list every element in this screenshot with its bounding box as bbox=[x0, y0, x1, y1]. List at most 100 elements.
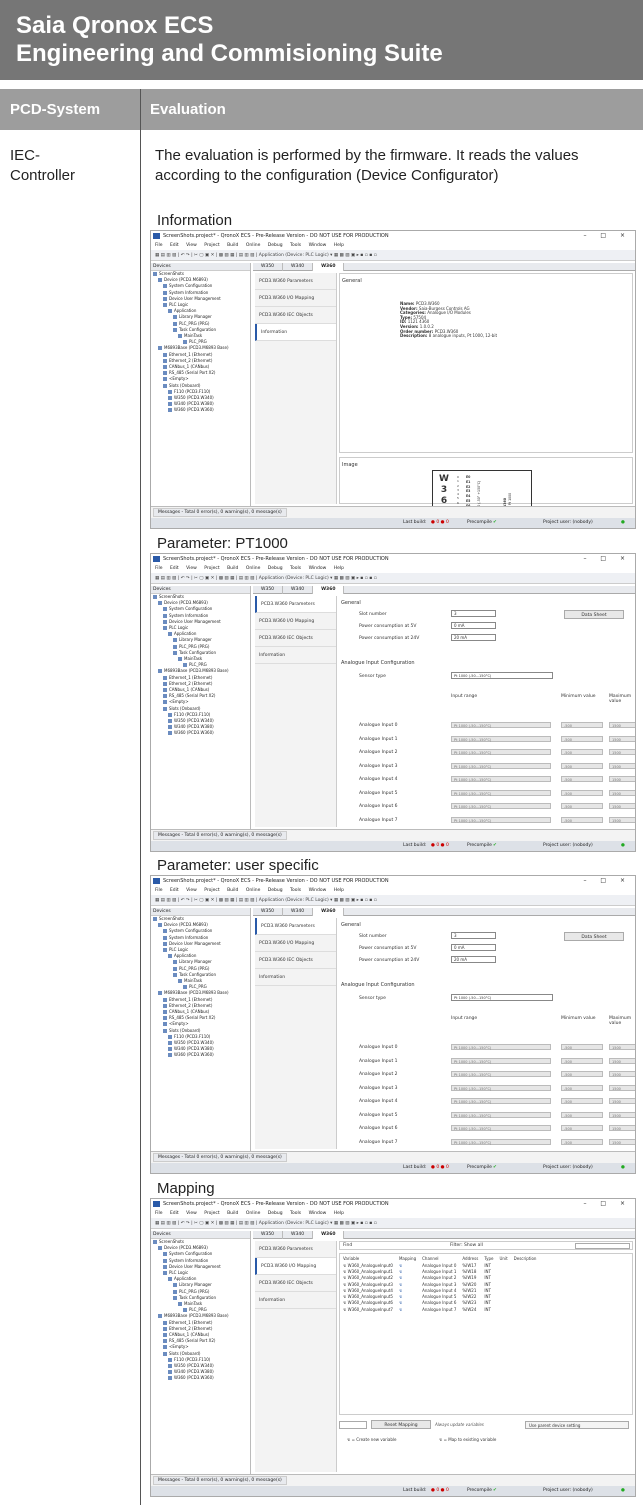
input-max-field[interactable]: 1500 bbox=[609, 1098, 635, 1104]
input-max-field[interactable]: 1500 bbox=[609, 1044, 635, 1050]
toolbar-icons-right[interactable]: ▾ ▦ ▩ ▨ ▣ ▸ ▪ ▫ ▪ ▫ bbox=[330, 898, 377, 903]
input-range-field[interactable]: Pt 1000 (-50...150°C) bbox=[451, 803, 551, 809]
input-max-field[interactable]: 1500 bbox=[609, 776, 635, 782]
menu-item[interactable]: File bbox=[155, 566, 163, 571]
tab-w350[interactable]: W350 bbox=[253, 263, 284, 271]
power-5v-field[interactable]: 0 mA bbox=[451, 622, 496, 629]
menu-item[interactable]: Edit bbox=[170, 566, 179, 571]
input-min-field[interactable]: -500 bbox=[561, 803, 603, 809]
filter-dropdown[interactable] bbox=[575, 1243, 630, 1249]
nav-item[interactable]: PCD3.W360 Parameters bbox=[255, 1241, 336, 1258]
nav-item[interactable]: Information bbox=[255, 324, 336, 341]
toolbar-application[interactable]: Application (Device: PLC Logic) bbox=[259, 576, 329, 581]
input-range-field[interactable]: Pt 1000 (-50...150°C) bbox=[451, 1125, 551, 1131]
menu-item[interactable]: Help bbox=[334, 566, 344, 571]
variable-cell[interactable]: ↯ W360_AnalogueInput4 bbox=[340, 1287, 396, 1293]
tab-w350[interactable]: W350 bbox=[253, 908, 284, 916]
menu-item[interactable]: Build bbox=[227, 566, 238, 571]
tree-item[interactable]: W360 (PCD3.W360) bbox=[153, 1052, 250, 1058]
input-range-field[interactable]: Pt 1000 (-50...150°C) bbox=[451, 762, 551, 769]
menu-item[interactable]: Help bbox=[334, 888, 344, 893]
menu-item[interactable]: Debug bbox=[268, 1211, 283, 1216]
tab-w360[interactable]: W360 bbox=[313, 586, 345, 594]
nav-item[interactable]: PCD3.W360 Parameters bbox=[255, 596, 336, 613]
toolbar-icons-right[interactable]: ▾ ▦ ▩ ▨ ▣ ▸ ▪ ▫ ▪ ▫ bbox=[330, 253, 377, 258]
nav-item[interactable]: PCD3.W360 I/O Mapping bbox=[255, 1258, 336, 1275]
toolbar-icons[interactable]: ▦ ▤ ▥ ▧ | ↶ ↷ | ✂ ▢ ▣ ✕ | ▩ ▨ ▦ | ▤ ▥ ▧ … bbox=[155, 253, 257, 258]
input-max-field[interactable]: 1500 bbox=[609, 1125, 635, 1131]
menu-item[interactable]: View bbox=[186, 888, 197, 893]
input-max-field[interactable]: 1500 bbox=[609, 816, 635, 823]
input-range-field[interactable]: Pt 1000 (-50...150°C) bbox=[451, 722, 551, 728]
input-max-field[interactable]: 1500 bbox=[609, 1084, 635, 1091]
data-sheet-button[interactable]: Data Sheet bbox=[564, 932, 624, 941]
menu-item[interactable]: Edit bbox=[170, 888, 179, 893]
menu-item[interactable]: View bbox=[186, 243, 197, 248]
menu-item[interactable]: Online bbox=[246, 1211, 261, 1216]
menu-item[interactable]: Help bbox=[334, 1211, 344, 1216]
menu-item[interactable]: Tools bbox=[290, 1211, 301, 1216]
toolbar-icons[interactable]: ▦ ▤ ▥ ▧ | ↶ ↷ | ✂ ▢ ▣ ✕ | ▩ ▨ ▦ | ▤ ▥ ▧ … bbox=[155, 898, 257, 903]
nav-item[interactable]: Information bbox=[255, 969, 336, 986]
window-controls[interactable]: – □ × bbox=[583, 876, 631, 886]
tab-w340[interactable]: W340 bbox=[283, 263, 314, 271]
variable-cell[interactable]: ↯ W360_AnalogueInput3 bbox=[340, 1281, 396, 1287]
toolbar-icons[interactable]: ▦ ▤ ▥ ▧ | ↶ ↷ | ✂ ▢ ▣ ✕ | ▩ ▨ ▦ | ▤ ▥ ▧ … bbox=[155, 576, 257, 581]
messages-bar[interactable]: Messages - Total 0 error(s), 0 warning(s… bbox=[153, 1476, 287, 1485]
menu-item[interactable]: Project bbox=[204, 243, 219, 248]
sensor-type-dropdown[interactable]: Pt 1000 (-50...150°C) bbox=[451, 672, 553, 679]
menu-item[interactable]: View bbox=[186, 1211, 197, 1216]
input-max-field[interactable]: 1500 bbox=[609, 762, 635, 769]
menu-item[interactable]: Window bbox=[309, 566, 327, 571]
menu-item[interactable]: File bbox=[155, 1211, 163, 1216]
toolbar-icons-right[interactable]: ▾ ▦ ▩ ▨ ▣ ▸ ▪ ▫ ▪ ▫ bbox=[330, 576, 377, 581]
menu-item[interactable]: Build bbox=[227, 243, 238, 248]
nav-item[interactable]: PCD3.W360 IEC Objects bbox=[255, 1275, 336, 1292]
input-range-field[interactable]: Pt 1000 (-50...150°C) bbox=[451, 776, 551, 782]
nav-item[interactable]: PCD3.W360 I/O Mapping bbox=[255, 613, 336, 630]
nav-item[interactable]: PCD3.W360 Parameters bbox=[255, 918, 336, 935]
input-min-field[interactable]: -500 bbox=[561, 762, 603, 769]
toolbar-icons[interactable]: ▦ ▤ ▥ ▧ | ↶ ↷ | ✂ ▢ ▣ ✕ | ▩ ▨ ▦ | ▤ ▥ ▧ … bbox=[155, 1221, 257, 1226]
menu-item[interactable]: Debug bbox=[268, 566, 283, 571]
tab-w340[interactable]: W340 bbox=[283, 908, 314, 916]
input-range-field[interactable]: Pt 1000 (-50...150°C) bbox=[451, 1098, 551, 1104]
input-min-field[interactable]: -500 bbox=[561, 749, 603, 755]
input-range-field[interactable]: Pt 1000 (-50...150°C) bbox=[451, 1084, 551, 1091]
input-range-field[interactable]: Pt 1000 (-50...150°C) bbox=[451, 1111, 551, 1118]
variable-cell[interactable]: ↯ W360_AnalogueInput7 bbox=[340, 1306, 396, 1312]
input-min-field[interactable]: -500 bbox=[561, 1098, 603, 1104]
input-range-field[interactable]: Pt 1000 (-50...150°C) bbox=[451, 1044, 551, 1050]
update-setting-dropdown[interactable]: Use parent device setting bbox=[525, 1421, 629, 1429]
nav-item[interactable]: PCD3.W360 I/O Mapping bbox=[255, 935, 336, 952]
tab-w360[interactable]: W360 bbox=[313, 1231, 345, 1239]
menu-item[interactable]: Edit bbox=[170, 1211, 179, 1216]
tab-w340[interactable]: W340 bbox=[283, 1231, 314, 1239]
menu-item[interactable]: Help bbox=[334, 243, 344, 248]
input-min-field[interactable]: -500 bbox=[561, 1138, 603, 1145]
nav-item[interactable]: PCD3.W360 IEC Objects bbox=[255, 630, 336, 647]
menu-item[interactable]: Online bbox=[246, 243, 261, 248]
menu-item[interactable]: Tools bbox=[290, 566, 301, 571]
input-range-field[interactable]: Pt 1000 (-50...150°C) bbox=[451, 1057, 551, 1064]
menu-item[interactable]: Debug bbox=[268, 888, 283, 893]
sensor-type-dropdown[interactable]: Pt 1000 (-50...150°C) bbox=[451, 994, 553, 1001]
power-24v-field[interactable]: 20 mA bbox=[451, 956, 496, 963]
messages-bar[interactable]: Messages - Total 0 error(s), 0 warning(s… bbox=[153, 831, 287, 840]
messages-bar[interactable]: Messages - Total 0 error(s), 0 warning(s… bbox=[153, 1153, 287, 1162]
toolbar-icons-right[interactable]: ▾ ▦ ▩ ▨ ▣ ▸ ▪ ▫ ▪ ▫ bbox=[330, 1221, 377, 1226]
input-min-field[interactable]: -500 bbox=[561, 1057, 603, 1064]
menu-item[interactable]: File bbox=[155, 243, 163, 248]
menu-item[interactable]: View bbox=[186, 566, 197, 571]
tree-item[interactable]: W360 (PCD3.W360) bbox=[153, 1375, 250, 1381]
input-range-field[interactable]: Pt 1000 (-50...150°C) bbox=[451, 816, 551, 823]
toolbar-application[interactable]: Application (Device: PLC Logic) bbox=[259, 1221, 329, 1226]
input-max-field[interactable]: 1500 bbox=[609, 722, 635, 728]
input-max-field[interactable]: 1500 bbox=[609, 1071, 635, 1077]
messages-bar[interactable]: Messages - Total 0 error(s), 0 warning(s… bbox=[153, 508, 287, 517]
menu-item[interactable]: Build bbox=[227, 888, 238, 893]
tab-w360[interactable]: W360 bbox=[313, 908, 345, 916]
menu-item[interactable]: Edit bbox=[170, 243, 179, 248]
input-max-field[interactable]: 1500 bbox=[609, 735, 635, 742]
toolbar-application[interactable]: Application (Device: PLC Logic) bbox=[259, 898, 329, 903]
